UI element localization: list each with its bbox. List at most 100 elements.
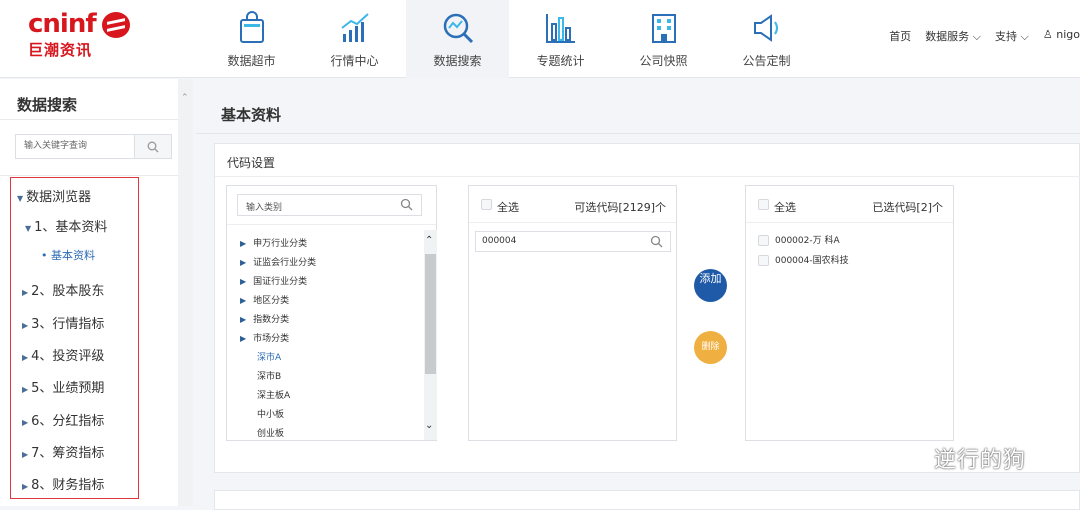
caret-right-icon: ▶ <box>22 418 29 427</box>
category-group[interactable]: ▶ 证监会行业分类 <box>240 255 316 268</box>
item-checkbox[interactable] <box>758 235 769 246</box>
tree-item-financial[interactable]: ▶ 8、财务指标 <box>22 474 104 493</box>
tree-label: 3、行情指标 <box>31 317 105 332</box>
caret-right-icon: ▶ <box>22 321 29 330</box>
tree-item-basic-info[interactable]: ▼ 1、基本资料 <box>25 216 107 235</box>
cninfo-logo[interactable]: cninf 巨潮资讯 <box>28 10 138 62</box>
search-icon <box>147 141 159 152</box>
category-label: 申万行业分类 <box>253 239 308 249</box>
scroll-up-icon[interactable]: ⌃ <box>181 93 189 103</box>
nav-data-search[interactable]: 数据搜索 <box>406 0 509 78</box>
caret-down-icon: ▼ <box>25 224 32 233</box>
divider <box>196 133 1080 134</box>
logo-mark-icon <box>102 12 130 38</box>
category-item[interactable]: 深市B <box>257 369 281 382</box>
category-group[interactable]: ▶ 申万行业分类 <box>240 236 307 249</box>
building-icon <box>651 14 676 43</box>
sidebar-search-button[interactable] <box>134 135 171 158</box>
tree-item-market[interactable]: ▶ 3、行情指标 <box>22 313 104 332</box>
category-search[interactable]: 输入类别 <box>237 194 422 216</box>
tree-item-shares[interactable]: ▶ 2、股本股东 <box>22 280 104 299</box>
item-label: 000004-国农科技 <box>775 256 849 266</box>
category-search-input[interactable]: 输入类别 <box>246 200 282 213</box>
tree-label: 4、投资评级 <box>31 349 105 364</box>
category-group[interactable]: ▶ 指数分类 <box>240 312 289 325</box>
sidebar-scrollbar[interactable]: ⌃ <box>178 79 193 506</box>
bullet-icon: • <box>41 249 51 262</box>
category-item[interactable]: 创业板 <box>257 426 284 439</box>
nav-announcement-custom[interactable]: 公告定制 <box>715 0 818 78</box>
panel-title: 代码设置 <box>227 156 276 170</box>
search-icon[interactable] <box>400 198 413 211</box>
search-icon[interactable] <box>650 235 663 248</box>
code-search-input[interactable]: 000004 <box>482 236 516 246</box>
chevron-up-icon[interactable]: ⌃ <box>425 235 433 246</box>
category-item-selected[interactable]: 深市A <box>257 350 281 363</box>
tree-label: 7、筹资指标 <box>31 446 105 461</box>
nav-company-snapshot[interactable]: 公司快照 <box>612 0 715 78</box>
user-menu[interactable]: ♙ nigo <box>1043 28 1080 44</box>
tree-item-rating[interactable]: ▶ 4、投资评级 <box>22 345 104 364</box>
nav-label: 数据搜索 <box>433 54 482 68</box>
select-all-label: 全选 <box>774 201 796 214</box>
nav-market-center[interactable]: 行情中心 <box>303 0 406 78</box>
category-group[interactable]: ▶ 国证行业分类 <box>240 274 307 287</box>
username: nigo <box>1056 28 1080 41</box>
watermark: 逆行的狗 <box>888 442 1026 474</box>
main-nav: 数据超市 行情中心 数据搜索 专题统计 公司快照 公告定制 <box>200 0 818 78</box>
list-item[interactable]: 000002-万 科A <box>758 233 840 246</box>
caret-right-icon: ▶ <box>240 315 247 324</box>
tree-label: 数据浏览器 <box>26 190 92 205</box>
tree-label: 8、财务指标 <box>31 478 105 493</box>
delete-button[interactable]: 删除 <box>694 331 727 364</box>
support-label: 支持 <box>995 30 1018 43</box>
support-menu[interactable]: 支持 ⌵ <box>995 28 1029 44</box>
logo-text-cn: 巨潮资讯 <box>28 41 93 59</box>
caret-right-icon: ▶ <box>22 288 29 297</box>
sidebar: 数据搜索 输入关键字查询 ▼ 数据浏览器 ▼ 1、基本资料 • 基本资料 ▶ 2、股本… <box>0 79 193 506</box>
tree-leaf-basic-info[interactable]: • 基本资料 <box>41 247 95 263</box>
category-item[interactable]: 深主板A <box>257 388 290 401</box>
caret-right-icon: ▶ <box>22 482 29 491</box>
item-checkbox[interactable] <box>758 255 769 266</box>
tree-item-dividend[interactable]: ▶ 6、分红指标 <box>22 410 104 429</box>
caret-right-icon: ▶ <box>240 277 247 286</box>
shopping-bag-icon <box>239 11 264 43</box>
caret-right-icon: ▶ <box>22 385 29 394</box>
category-group[interactable]: ▶ 市场分类 <box>240 331 289 344</box>
category-item[interactable]: 中小板 <box>257 407 284 420</box>
select-all-checkbox[interactable] <box>481 199 492 210</box>
divider <box>215 176 1080 177</box>
tree-root-data-browser[interactable]: ▼ 数据浏览器 <box>17 186 91 205</box>
trend-chart-icon <box>340 13 369 42</box>
code-search[interactable]: 000004 <box>475 231 671 252</box>
selected-count: 已选代码[2]个 <box>872 201 943 214</box>
tree-label: 2、股本股东 <box>31 284 105 299</box>
tree-item-forecast[interactable]: ▶ 5、业绩预期 <box>22 377 104 396</box>
watermark-text: 逆行的狗 <box>934 448 1027 473</box>
category-list: 输入类别 ▶ 申万行业分类 ▶ 证监会行业分类 ▶ 国证行业分类 ▶ 地区分类 ▶ 指数分… <box>226 185 437 441</box>
caret-right-icon: ▶ <box>240 239 247 248</box>
category-scrollbar[interactable]: ⌃ ⌄ <box>424 230 437 440</box>
divider <box>0 119 178 120</box>
page-title: 基本资料 <box>221 106 282 124</box>
select-all-label: 全选 <box>497 201 519 214</box>
select-all-checkbox[interactable] <box>758 199 769 210</box>
nav-topic-stats[interactable]: 专题统计 <box>509 0 612 78</box>
category-group[interactable]: ▶ 地区分类 <box>240 293 289 306</box>
tree-item-financing[interactable]: ▶ 7、筹资指标 <box>22 442 104 461</box>
bar-chart-icon <box>545 14 575 43</box>
nav-data-market[interactable]: 数据超市 <box>200 0 303 78</box>
category-label: 指数分类 <box>253 315 290 325</box>
data-service-menu[interactable]: 数据服务 ⌵ <box>925 28 981 44</box>
scroll-thumb[interactable] <box>425 254 436 374</box>
sidebar-search-input[interactable]: 输入关键字查询 <box>16 135 134 158</box>
list-item[interactable]: 000004-国农科技 <box>758 253 849 266</box>
chevron-down-icon: ⌵ <box>969 30 982 43</box>
next-panel <box>214 490 1080 510</box>
add-button[interactable]: 添加 <box>694 269 727 302</box>
chevron-down-icon[interactable]: ⌄ <box>425 420 433 431</box>
divider <box>227 224 436 225</box>
category-label: 地区分类 <box>253 296 290 306</box>
home-link[interactable]: 首页 <box>889 28 911 44</box>
